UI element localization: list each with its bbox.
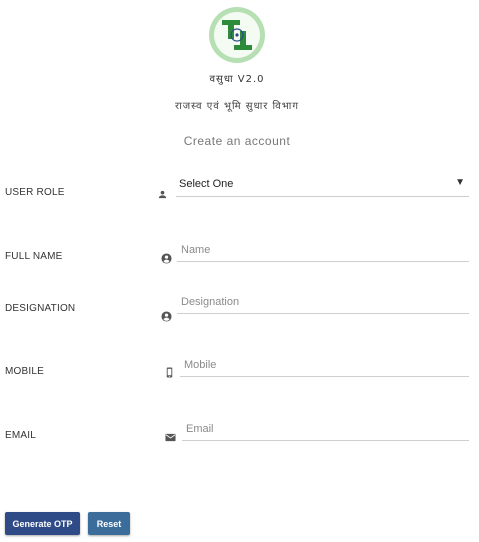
generate-otp-button[interactable]: Generate OTP	[5, 512, 80, 535]
email-label: EMAIL	[5, 430, 37, 441]
mobile-input[interactable]	[180, 354, 469, 376]
mail-icon	[165, 433, 176, 442]
jharkhand-emblem-logo	[209, 7, 265, 63]
full-name-label: FULL NAME	[5, 251, 63, 262]
designation-label: DESIGNATION	[5, 303, 76, 314]
phone-icon	[166, 367, 173, 378]
account-circle-icon	[161, 253, 172, 264]
mobile-field[interactable]	[180, 354, 469, 377]
app-title: वसुधा V2.0	[209, 74, 265, 85]
full-name-field[interactable]	[177, 239, 469, 262]
user-role-select[interactable]: Select One ▼	[176, 174, 469, 197]
department-name: राजस्व एवं भूमि सुधार विभाग	[175, 101, 299, 112]
full-name-input[interactable]	[177, 239, 469, 261]
form-subtitle: Create an account	[183, 134, 291, 148]
chevron-down-icon: ▼	[455, 177, 465, 188]
mobile-label: MOBILE	[5, 366, 44, 377]
designation-field[interactable]	[177, 291, 469, 314]
account-circle-icon	[161, 311, 172, 322]
person-icon	[158, 190, 167, 199]
email-field[interactable]	[182, 418, 469, 441]
user-role-label: USER ROLE	[5, 187, 65, 198]
reset-button[interactable]: Reset	[88, 512, 130, 535]
email-input[interactable]	[182, 418, 469, 440]
designation-input[interactable]	[177, 291, 469, 313]
user-role-selected-value: Select One	[179, 178, 234, 190]
